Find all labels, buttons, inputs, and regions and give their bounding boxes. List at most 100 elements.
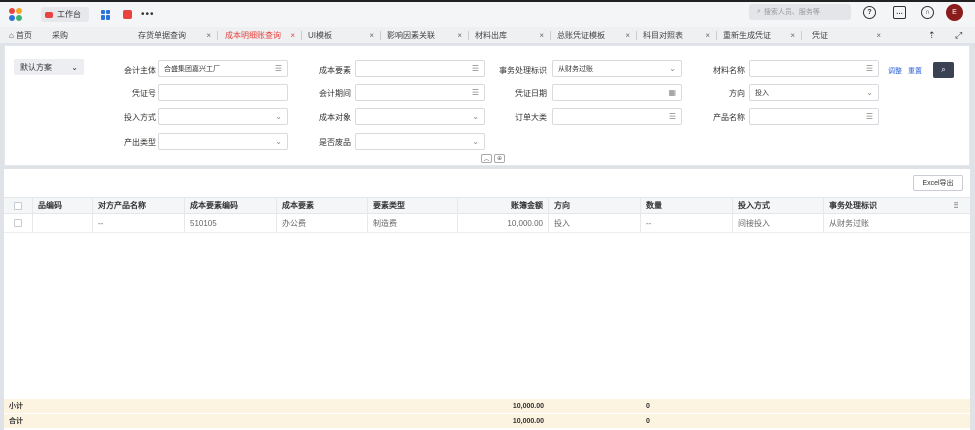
headset-icon[interactable]: ∩ (921, 6, 934, 19)
column-header[interactable]: 投入方式 (733, 198, 824, 213)
close-icon[interactable]: × (206, 31, 211, 40)
workbench-label: 工作台 (57, 10, 81, 19)
tab-ui-template[interactable]: UI模板 × (301, 27, 380, 43)
column-header[interactable]: 成本要素 (277, 198, 368, 213)
product-name-field[interactable]: ☰ (749, 108, 879, 125)
table-cell: 办公费 (277, 214, 368, 232)
table-row[interactable]: -- 510105 办公费 制造费 10,000.00 投入 -- 间接投入 从… (4, 214, 970, 233)
tab-material-issue[interactable]: 材料出库 × (468, 27, 550, 43)
app-shortcut-icon[interactable] (123, 10, 132, 19)
tab-label: 首页 (15, 30, 32, 40)
order-category-field[interactable]: ☰ (552, 108, 682, 125)
material-name-field[interactable]: ☰ (749, 60, 879, 77)
query-button[interactable]: ⌕ (933, 62, 954, 78)
excel-export-button[interactable]: Excel导出 (913, 175, 963, 191)
close-icon[interactable]: × (457, 31, 462, 40)
list-icon[interactable]: ☰ (866, 64, 873, 73)
apps-grid-icon[interactable] (101, 9, 111, 20)
voucher-no-input[interactable] (158, 84, 288, 101)
tab-cost-detail-ledger[interactable]: 成本明细账查询 × (217, 27, 301, 43)
tab-label: 重新生成凭证 (723, 30, 771, 40)
tab-label: 凭证 (812, 30, 828, 40)
output-type-select[interactable]: ⌄ (158, 133, 288, 150)
tab-bar: ⌂ 首页 采购 存货单据查询 × 成本明细账查询 × UI模板 × 影响因素关联… (0, 27, 975, 43)
tab-label: 总账凭证模板 (557, 30, 605, 40)
filter-collapse-toggle[interactable]: ︿ ⊕ (481, 154, 511, 164)
column-header[interactable]: 方向 (549, 198, 641, 213)
chevron-down-icon: ⌄ (71, 62, 78, 72)
adjust-link[interactable]: 调整 (888, 66, 902, 76)
close-icon[interactable]: × (290, 31, 295, 40)
fullscreen-icon[interactable]: ⤢ (955, 30, 962, 41)
direction-select[interactable]: 投入 ⌄ (749, 84, 879, 101)
workbench-button[interactable]: 工作台 (41, 7, 89, 22)
user-avatar[interactable]: E (946, 4, 963, 21)
subtotal-quantity: 0 (646, 402, 650, 410)
total-row: 合计 10,000.00 0 (4, 414, 970, 428)
output-type-label: 产出类型 (124, 138, 156, 147)
filter-panel: 默认方案 ⌄ 会计主体 合盛集团嘉兴工厂 ☰ 成本要素 ☰ 事务处理标识 从财务… (4, 45, 970, 166)
global-search-input[interactable]: ⌕ 搜索人员、服务等 (749, 4, 851, 20)
tab-purchase[interactable]: 采购 (44, 27, 125, 43)
business-flag-value: 从财务过账 (558, 65, 593, 73)
app-logo-icon[interactable] (9, 7, 23, 22)
cost-object-select[interactable]: ⌄ (355, 108, 485, 125)
accounting-entity-field[interactable]: 合盛集团嘉兴工厂 ☰ (158, 60, 288, 77)
business-flag-label: 事务处理标识 (499, 66, 547, 75)
filter-scheme-select[interactable]: 默认方案 ⌄ (14, 59, 84, 75)
product-name-label: 产品名称 (713, 113, 745, 122)
tab-voucher[interactable]: 凭证 × (801, 27, 887, 43)
voucher-date-picker[interactable]: ▦ (552, 84, 682, 101)
reset-link[interactable]: 重置 (908, 66, 922, 76)
close-icon[interactable]: × (705, 31, 710, 40)
total-amount: 10,000.00 (512, 417, 544, 425)
chevron-down-icon: ⌄ (472, 137, 479, 146)
cost-object-label: 成本对象 (319, 113, 351, 122)
close-icon[interactable]: × (369, 31, 374, 40)
cost-element-field[interactable]: ☰ (355, 60, 485, 77)
row-checkbox-cell[interactable] (4, 214, 33, 232)
voucher-date-label: 凭证日期 (515, 89, 547, 98)
close-icon[interactable]: × (625, 31, 630, 40)
total-label: 合计 (9, 418, 23, 425)
table-cell: -- (93, 214, 185, 232)
result-grid: Excel导出 品编码 对方产品名称 成本要素编码 成本要素 要素类型 账簿金额… (4, 169, 970, 430)
close-icon[interactable]: × (876, 31, 881, 40)
column-header[interactable]: 对方产品名称 (93, 198, 185, 213)
column-header[interactable]: 账簿金额 (458, 198, 549, 213)
tab-inventory-query[interactable]: 存货单据查询 × (125, 27, 217, 43)
column-header[interactable]: 数量 (641, 198, 733, 213)
accounting-period-field[interactable]: ☰ (355, 84, 485, 101)
tab-label: 成本明细账查询 (225, 30, 281, 40)
tab-regenerate-voucher[interactable]: 重新生成凭证 × (716, 27, 801, 43)
is-scrap-label: 是否废品 (319, 138, 351, 147)
column-header[interactable]: 要素类型 (368, 198, 458, 213)
close-icon[interactable]: × (539, 31, 544, 40)
select-all-checkbox-cell[interactable] (4, 198, 33, 213)
tab-factor-association[interactable]: 影响因素关联 × (380, 27, 468, 43)
accounting-period-label: 会计期间 (319, 89, 351, 98)
help-icon[interactable]: ? (863, 6, 876, 19)
select-all-checkbox[interactable] (14, 201, 22, 210)
row-checkbox[interactable] (14, 219, 22, 227)
tab-home[interactable]: ⌂ 首页 (0, 27, 44, 43)
tab-scroll-up-icon[interactable]: ⇡ (928, 30, 936, 41)
list-icon[interactable]: ☰ (866, 112, 873, 121)
tab-gl-voucher-template[interactable]: 总账凭证模板 × (550, 27, 636, 43)
close-icon[interactable]: × (790, 31, 795, 40)
more-icon[interactable]: ••• (141, 9, 155, 20)
subtotal-row: 小计 10,000.00 0 (4, 399, 970, 413)
column-settings-icon[interactable]: ⫶⫶ (942, 198, 970, 213)
business-flag-select[interactable]: 从财务过账 ⌄ (552, 60, 682, 77)
input-method-select[interactable]: ⌄ (158, 108, 288, 125)
tab-label: 影响因素关联 (387, 30, 435, 40)
column-header[interactable]: 成本要素编码 (185, 198, 277, 213)
message-icon[interactable]: … (893, 6, 906, 19)
column-header[interactable]: 事务处理标识 (824, 198, 942, 213)
pin-icon[interactable]: ⊕ (494, 154, 505, 163)
total-quantity: 0 (646, 417, 650, 425)
tab-account-mapping[interactable]: 科目对照表 × (636, 27, 716, 43)
column-header[interactable]: 品编码 (33, 198, 93, 213)
is-scrap-select[interactable]: ⌄ (355, 133, 485, 150)
chevron-up-icon[interactable]: ︿ (481, 154, 492, 163)
